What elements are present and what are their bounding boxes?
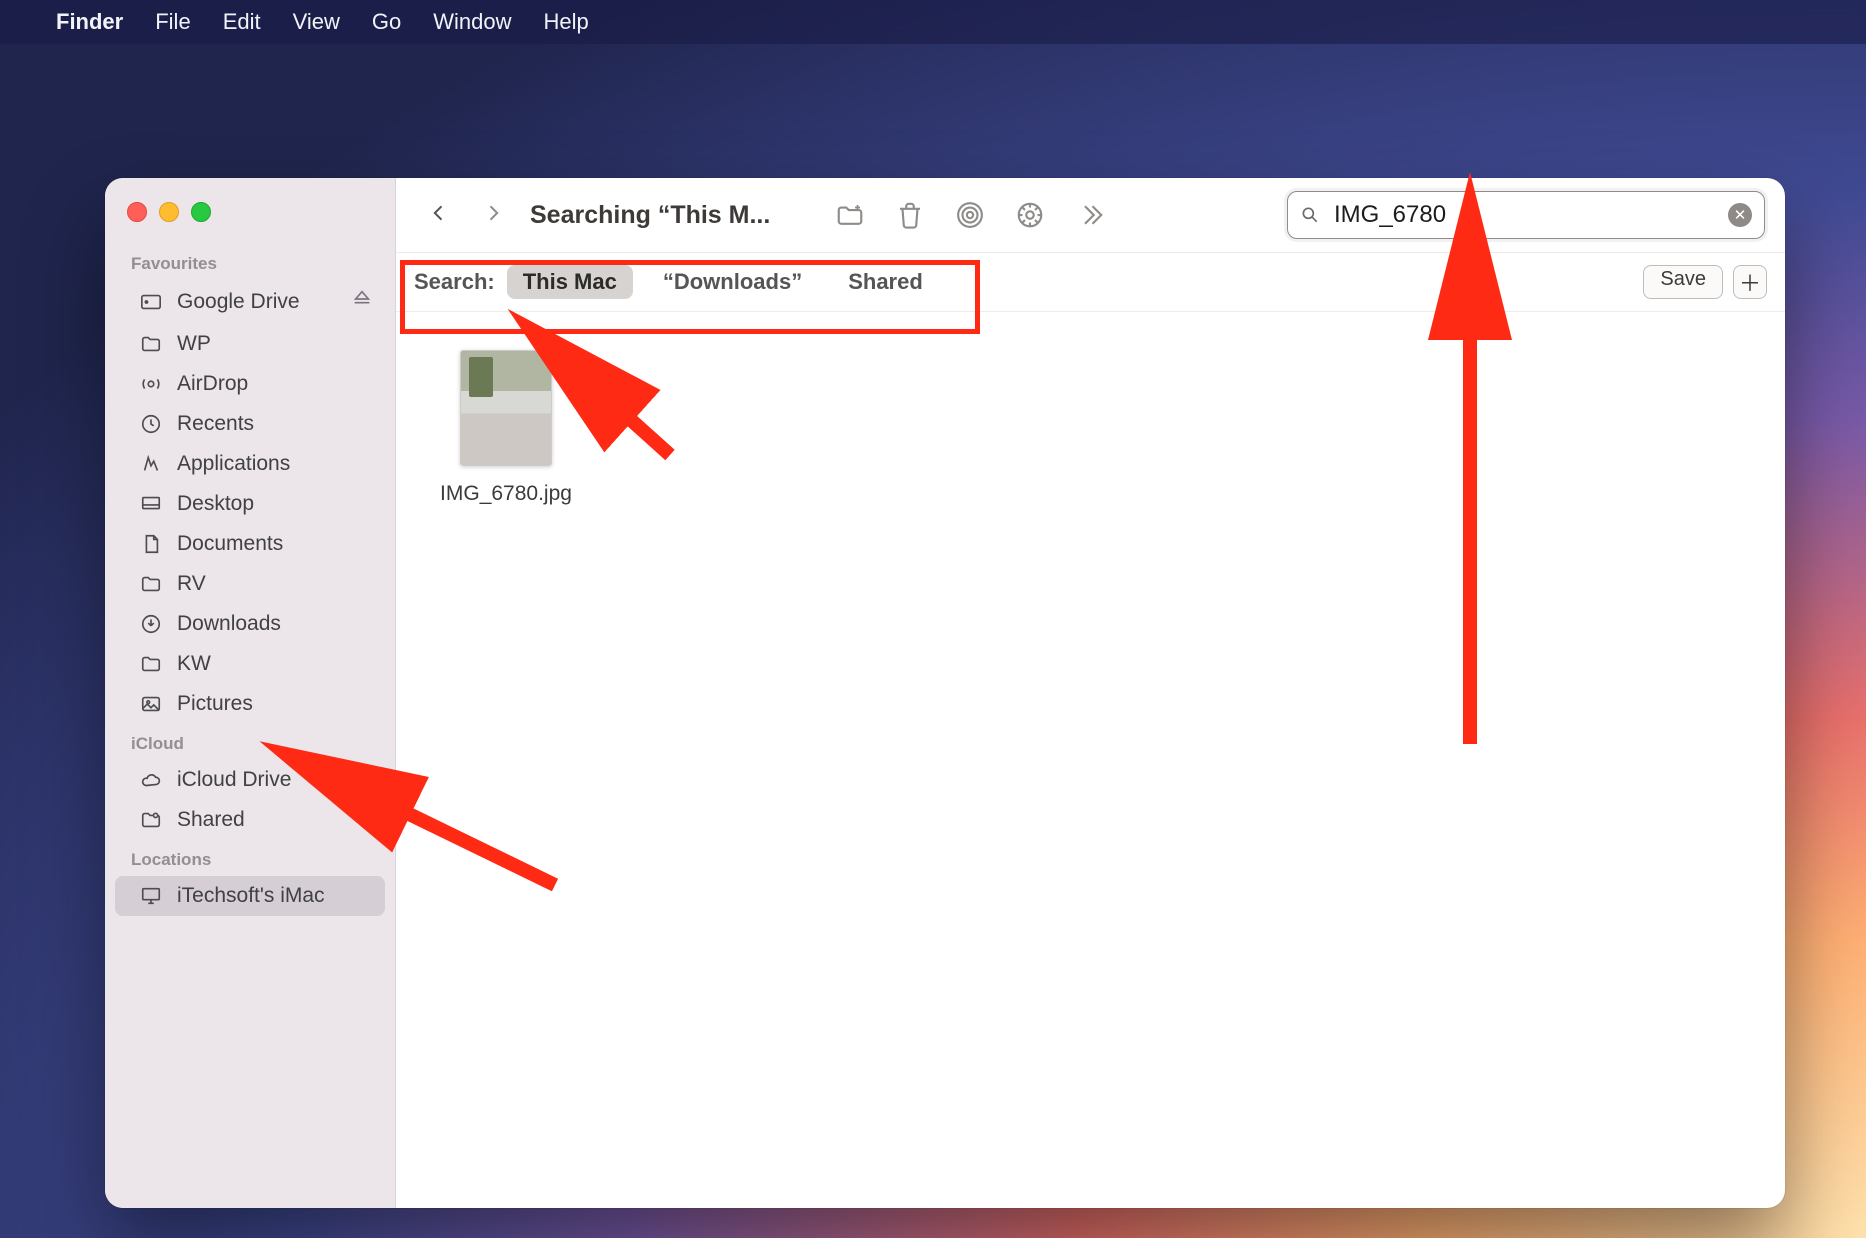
trash-icon[interactable] (890, 200, 930, 230)
clear-search-button[interactable]: ✕ (1728, 203, 1752, 227)
results-area[interactable]: IMG_6780.jpg (396, 312, 1785, 1208)
result-file[interactable]: IMG_6780.jpg (431, 350, 581, 506)
sidebar-item-label: Applications (177, 452, 290, 476)
document-icon (139, 532, 163, 556)
folder-icon (139, 572, 163, 596)
minimize-button[interactable] (159, 202, 179, 222)
sidebar-item-label: WP (177, 332, 211, 356)
sidebar-item-wp[interactable]: WP (115, 324, 385, 364)
sidebar-item-label: Desktop (177, 492, 254, 516)
finder-window: Favourites Google Drive WP AirDrop Recen… (105, 178, 1785, 1208)
sidebar-item-rv[interactable]: RV (115, 564, 385, 604)
sidebar-item-documents[interactable]: Documents (115, 524, 385, 564)
macos-menubar: Finder File Edit View Go Window Help (0, 0, 1866, 44)
sidebar-section-locations: Locations (105, 840, 395, 876)
sidebar-item-kw[interactable]: KW (115, 644, 385, 684)
applications-icon (139, 452, 163, 476)
desktop-icon (139, 492, 163, 516)
sidebar-item-applications[interactable]: Applications (115, 444, 385, 484)
shared-folder-icon (139, 808, 163, 832)
pictures-icon (139, 692, 163, 716)
airdrop-toolbar-icon[interactable] (950, 200, 990, 230)
sidebar-section-icloud: iCloud (105, 724, 395, 760)
finder-main: Searching “This M... ✕ Search: This Mac … (396, 178, 1785, 1208)
sidebar-item-label: Documents (177, 532, 283, 556)
search-input[interactable] (1332, 200, 1716, 230)
downloads-icon (139, 612, 163, 636)
menu-window[interactable]: Window (433, 9, 511, 35)
imac-icon (139, 884, 163, 908)
file-name: IMG_6780.jpg (440, 482, 572, 506)
sidebar-item-label: iTechsoft's iMac (177, 884, 325, 908)
folder-icon (139, 652, 163, 676)
menu-view[interactable]: View (293, 9, 340, 35)
search-field[interactable]: ✕ (1287, 191, 1765, 239)
clock-icon (139, 412, 163, 436)
sidebar-item-label: Downloads (177, 612, 281, 636)
sidebar-item-label: AirDrop (177, 372, 248, 396)
menu-go[interactable]: Go (372, 9, 401, 35)
sidebar-item-downloads[interactable]: Downloads (115, 604, 385, 644)
finder-toolbar: Searching “This M... ✕ (396, 178, 1785, 253)
sidebar-item-shared[interactable]: Shared (115, 800, 385, 840)
sidebar-section-favourites: Favourites (105, 244, 395, 280)
window-title: Searching “This M... (530, 201, 770, 230)
scope-downloads[interactable]: “Downloads” (647, 265, 818, 299)
menu-help[interactable]: Help (544, 9, 589, 35)
sidebar-item-label: iCloud Drive (177, 768, 291, 792)
search-scope-bar: Search: This Mac “Downloads” Shared Save… (396, 253, 1785, 312)
sidebar-item-desktop[interactable]: Desktop (115, 484, 385, 524)
file-thumbnail (460, 350, 552, 466)
close-button[interactable] (127, 202, 147, 222)
scope-this-mac[interactable]: This Mac (507, 265, 633, 299)
sidebar-item-label: Recents (177, 412, 254, 436)
new-folder-icon[interactable] (830, 200, 870, 230)
sidebar-item-label: Pictures (177, 692, 253, 716)
app-menu[interactable]: Finder (56, 9, 123, 35)
sidebar-item-label: Google Drive (177, 290, 300, 314)
finder-sidebar: Favourites Google Drive WP AirDrop Recen… (105, 178, 396, 1208)
sidebar-item-label: RV (177, 572, 206, 596)
eject-icon[interactable] (351, 288, 373, 316)
search-icon (1300, 205, 1320, 225)
window-controls (105, 192, 395, 244)
sidebar-item-pictures[interactable]: Pictures (115, 684, 385, 724)
save-search-button[interactable]: Save (1643, 265, 1723, 299)
sidebar-item-imac[interactable]: iTechsoft's iMac (115, 876, 385, 916)
folder-icon (139, 332, 163, 356)
scope-shared[interactable]: Shared (832, 265, 939, 299)
add-criteria-button[interactable]: ＋ (1733, 265, 1767, 299)
menu-edit[interactable]: Edit (223, 9, 261, 35)
forward-button[interactable] (476, 199, 510, 232)
scope-label: Search: (414, 269, 495, 295)
sidebar-item-google-drive[interactable]: Google Drive (115, 280, 385, 324)
burn-icon[interactable] (1010, 200, 1050, 230)
menu-file[interactable]: File (155, 9, 190, 35)
airdrop-icon (139, 372, 163, 396)
more-icon[interactable] (1070, 200, 1110, 230)
sidebar-item-label: KW (177, 652, 211, 676)
back-button[interactable] (422, 199, 456, 232)
sidebar-item-airdrop[interactable]: AirDrop (115, 364, 385, 404)
sidebar-item-icloud-drive[interactable]: iCloud Drive (115, 760, 385, 800)
drive-icon (139, 290, 163, 314)
zoom-button[interactable] (191, 202, 211, 222)
sidebar-item-label: Shared (177, 808, 245, 832)
sidebar-item-recents[interactable]: Recents (115, 404, 385, 444)
cloud-icon (139, 768, 163, 792)
